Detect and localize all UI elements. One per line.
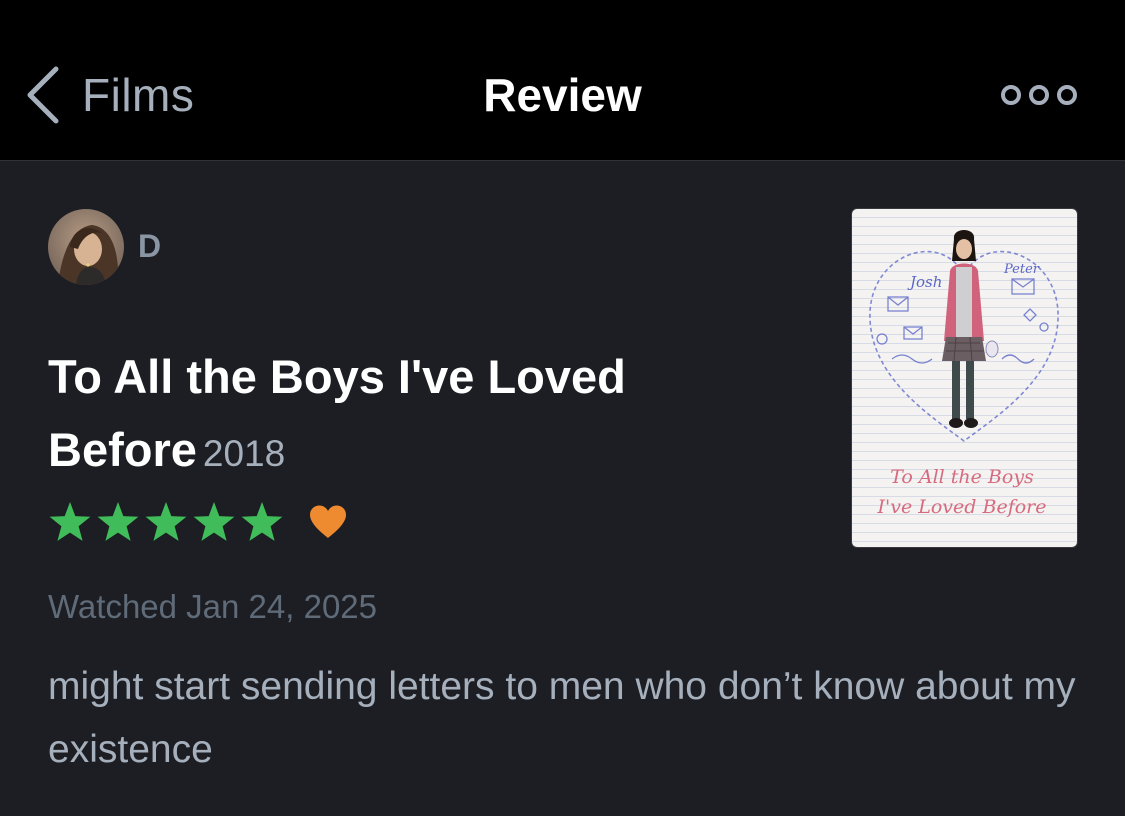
poster-title-line1: To All the Boys [890,466,1034,488]
rating-row [48,500,348,544]
heart-icon [288,504,348,540]
reviewer-name[interactable]: D [138,228,161,265]
film-title-text: To All the Boys I've Loved Before [48,350,626,476]
film-title[interactable]: To All the Boys I've Loved Before 2018 [48,340,738,490]
nav-bar: Films Review [0,0,1125,161]
star-icon [192,501,240,543]
poster-title-line2: I've Loved Before [877,496,1047,518]
review-screen: Films Review D To All the Boys I've Love… [0,0,1125,816]
star-icon [240,501,288,543]
poster-doodle-name-right: Peter [1003,262,1040,277]
more-dots-icon [996,80,1082,110]
poster-doodle-name-left: Josh [907,273,942,291]
film-year: 2018 [202,433,286,474]
star-icon [96,501,144,543]
star-icon [48,501,96,543]
more-options-button[interactable] [996,80,1082,110]
film-poster[interactable]: Josh Peter To All the Boys I've Loved Be… [852,209,1077,547]
star-icon [144,501,192,543]
avatar[interactable] [48,209,124,285]
page-title: Review [483,69,642,121]
review-text: might start sending letters to men who d… [48,665,1076,771]
watched-date: Watched Jan 24, 2025 [48,588,378,625]
